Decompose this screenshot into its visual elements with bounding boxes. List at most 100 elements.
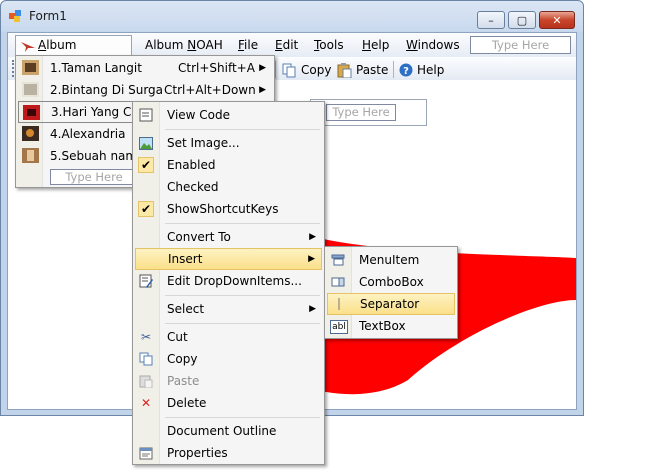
context-insert[interactable]: Insert ▶ (135, 248, 322, 270)
insert-separator[interactable]: Separator (327, 293, 455, 315)
album-cover-icon (22, 82, 39, 97)
album-item-taman-langit[interactable]: 1.Taman Langit Ctrl+Shift+A ▶ (18, 57, 272, 79)
menu-edit[interactable]: Edit (275, 37, 298, 53)
album-dropdown-type-here[interactable]: Type Here (50, 169, 138, 185)
context-checked[interactable]: Checked (135, 176, 322, 198)
menubar-type-here[interactable]: Type Here (470, 36, 571, 54)
album-cover-icon (23, 105, 40, 120)
context-paste: Paste (135, 370, 322, 392)
context-edit-dropdown-items-label: Edit DropDownItems... (167, 274, 302, 288)
context-enabled-label: Enabled (167, 158, 216, 172)
separator-icon (331, 296, 347, 312)
album-item-shortcut: Ctrl+Alt+Down (164, 83, 256, 97)
insert-menu-item-label: MenuItem (359, 253, 420, 267)
menu-item-icon (330, 252, 346, 268)
combo-box-icon (330, 274, 346, 290)
context-cut[interactable]: ✂ Cut (135, 326, 322, 348)
album-item-label: 1.Taman Langit (50, 61, 142, 75)
menu-help[interactable]: Help (362, 37, 389, 53)
scissors-icon: ✂ (140, 330, 152, 344)
context-view-code-label: View Code (167, 108, 231, 122)
paste-icon (337, 63, 352, 78)
album-cover-icon (22, 148, 39, 163)
album-cover-icon (22, 60, 39, 75)
context-view-code[interactable]: View Code (135, 104, 322, 126)
bird-icon (21, 42, 35, 52)
context-document-outline-label: Document Outline (167, 424, 277, 438)
context-edit-dropdown-items[interactable]: Edit DropDownItems... (135, 270, 322, 292)
menu-album-peterpan[interactable]: Album peterpan (15, 35, 132, 68)
menu-album-noah[interactable]: Album NOAH (145, 37, 223, 53)
copy-icon (282, 63, 296, 78)
context-document-outline[interactable]: Document Outline (135, 420, 322, 442)
mnemonic-letter: N (187, 38, 197, 52)
mnemonic-letter: W (406, 38, 418, 52)
submenu-arrow-icon: ▶ (309, 304, 316, 314)
insert-text-box-label: TextBox (359, 319, 406, 333)
context-copy[interactable]: Copy (135, 348, 322, 370)
context-delete[interactable]: ✕ Delete (135, 392, 322, 414)
album-item-label: 2.Bintang Di Surga (50, 83, 164, 97)
context-properties-label: Properties (167, 446, 228, 460)
toolbar-paste-label: Paste (356, 63, 389, 77)
context-convert-to[interactable]: Convert To ▶ (135, 226, 322, 248)
menu-file-label: File (238, 38, 259, 52)
context-properties[interactable]: Properties (135, 442, 322, 464)
minimize-icon: – (488, 13, 494, 27)
context-set-image-label: Set Image... (167, 136, 240, 150)
menu-file[interactable]: File (238, 37, 258, 53)
toolbar-copy-label: Copy (301, 63, 332, 77)
context-copy-label: Copy (167, 352, 198, 366)
menu-windows-label: Windows (406, 38, 460, 52)
submenu-arrow-icon: ▶ (259, 85, 266, 95)
insert-combo-box[interactable]: ComboBox (327, 271, 455, 293)
help-icon: ? (399, 63, 413, 77)
maximize-button[interactable]: ▢ (508, 11, 536, 29)
mnemonic-letter: A (38, 38, 47, 52)
menu-separator (165, 129, 320, 130)
toolbar-help-label: Help (417, 63, 445, 77)
svg-text:?: ? (403, 66, 409, 77)
close-icon: ✕ (552, 13, 562, 27)
context-convert-to-label: Convert To (167, 230, 231, 244)
menu-separator (165, 417, 320, 418)
toolbar-separator-2 (393, 61, 394, 78)
context-enabled[interactable]: ✔ Enabled (135, 154, 322, 176)
album-item-bintang-di-surga[interactable]: 2.Bintang Di Surga Ctrl+Alt+Down ▶ (18, 79, 272, 101)
menu-tools[interactable]: Tools (314, 37, 344, 53)
insert-submenu: MenuItem ComboBox Separator abl TextBox (324, 246, 458, 339)
form-icon (8, 9, 22, 23)
mnemonic-letter: E (275, 38, 283, 52)
context-checked-label: Checked (167, 180, 219, 194)
maximize-icon: ▢ (516, 13, 528, 27)
context-select[interactable]: Select ▶ (135, 298, 322, 320)
minimize-button[interactable]: – (477, 11, 505, 29)
submenu-arrow-icon: ▶ (309, 232, 316, 242)
context-menu: View Code Set Image... ✔ Enabled Checked… (132, 101, 325, 465)
submenu-placeholder: Type Here (310, 99, 427, 126)
edit-items-icon (138, 273, 154, 289)
context-insert-label: Insert (168, 252, 203, 266)
menu-edit-label: Edit (275, 38, 299, 52)
text-box-icon: abl (330, 320, 348, 334)
context-set-image[interactable]: Set Image... (135, 132, 322, 154)
insert-combo-box-label: ComboBox (359, 275, 424, 289)
insert-menu-item[interactable]: MenuItem (327, 249, 455, 271)
view-code-icon (138, 107, 154, 123)
close-button[interactable]: ✕ (539, 11, 575, 29)
album-item-label: 5.Sebuah nama (50, 149, 145, 163)
insert-separator-label: Separator (360, 297, 420, 311)
menu-album-noah-label: Album NOAH (145, 38, 223, 52)
album-item-label: 3.Hari Yang Cer (51, 105, 144, 119)
menu-separator (165, 295, 320, 296)
check-icon: ✔ (138, 157, 154, 173)
window-title: Form1 (29, 9, 67, 23)
delete-icon: ✕ (140, 396, 152, 410)
mnemonic-letter: T (314, 38, 320, 52)
menu-windows[interactable]: Windows (406, 37, 460, 53)
insert-text-box[interactable]: abl TextBox (327, 315, 455, 337)
submenu-type-here[interactable]: Type Here (326, 104, 396, 121)
menu-separator (165, 323, 320, 324)
mnemonic-letter: H (362, 38, 372, 52)
context-show-shortcut-keys[interactable]: ✔ ShowShortcutKeys (135, 198, 322, 220)
